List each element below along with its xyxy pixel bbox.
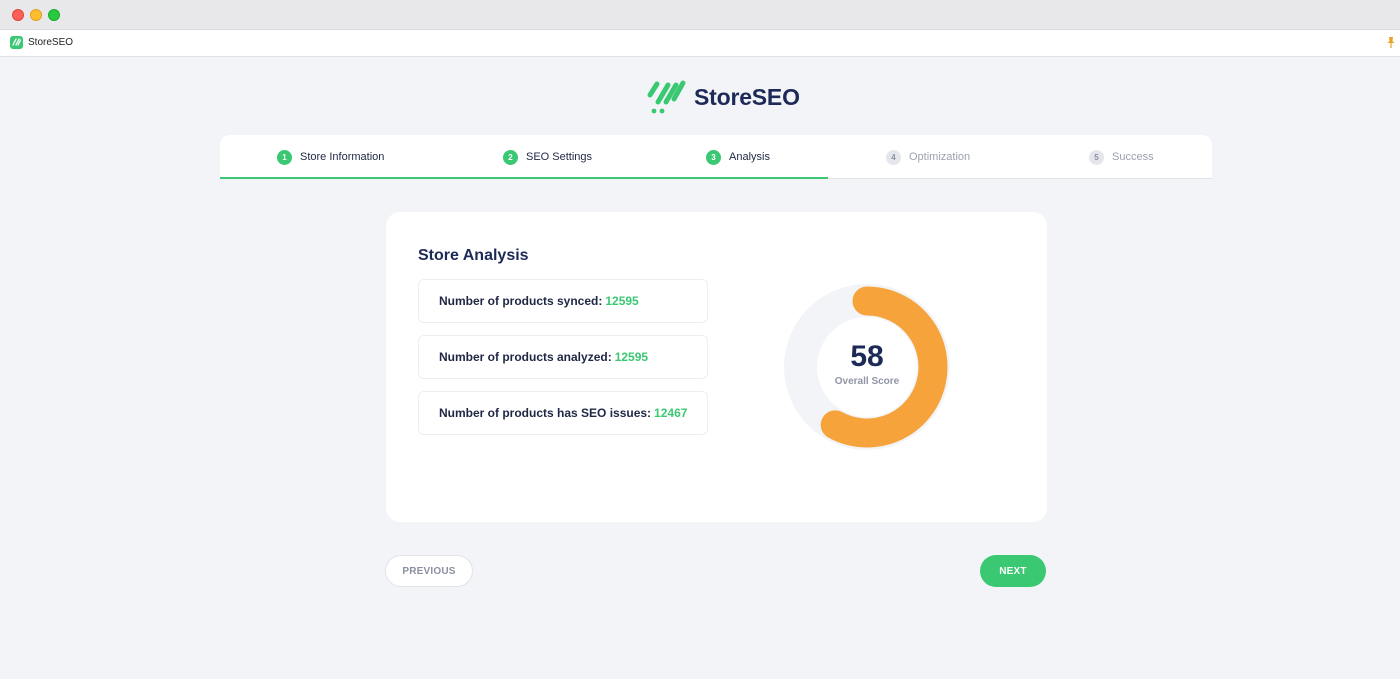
score-label: Overall Score <box>834 376 900 387</box>
step-store-information[interactable]: 1 Store Information <box>277 135 384 179</box>
stat-label: Number of products synced: <box>439 294 603 308</box>
step-number: 4 <box>886 149 901 165</box>
minimize-window-button[interactable] <box>30 9 42 21</box>
onboarding-page: StoreSEO 1 Store Information 2 SEO Setti… <box>0 57 1400 679</box>
stat-products-synced: Number of products synced: 12595 <box>418 279 708 323</box>
step-label: Success <box>1112 151 1154 163</box>
step-optimization[interactable]: 4 Optimization <box>886 135 970 179</box>
previous-button[interactable]: PREVIOUS <box>385 555 473 587</box>
step-number: 1 <box>277 149 292 165</box>
stat-label: Number of products analyzed: <box>439 350 612 364</box>
storeseo-logo-icon <box>647 80 686 114</box>
app-tab-title[interactable]: StoreSEO <box>28 37 73 48</box>
pin-icon[interactable] <box>1386 36 1396 50</box>
step-label: SEO Settings <box>526 151 593 163</box>
step-number: 5 <box>1089 149 1104 165</box>
brand-header: StoreSEO <box>646 77 800 117</box>
stat-value: 12595 <box>605 294 639 308</box>
storeseo-favicon-icon <box>10 36 23 49</box>
store-analysis-card: Store Analysis Number of products synced… <box>386 212 1047 522</box>
next-button[interactable]: NEXT <box>980 555 1046 587</box>
window-titlebar <box>0 0 1400 30</box>
overall-score-gauge: 58 Overall Score <box>782 282 952 452</box>
step-number: 3 <box>706 149 721 165</box>
step-seo-settings[interactable]: 2 SEO Settings <box>503 135 592 179</box>
maximize-window-button[interactable] <box>48 9 60 21</box>
setup-stepper: 1 Store Information 2 SEO Settings 3 Ana… <box>220 135 1212 179</box>
stat-label: Number of products has SEO issues: <box>439 406 652 420</box>
step-analysis[interactable]: 3 Analysis <box>706 135 770 179</box>
step-label: Optimization <box>909 151 971 163</box>
stat-products-seo-issues: Number of products has SEO issues: 12467 <box>418 391 708 435</box>
brand-name: StoreSEO <box>694 83 800 110</box>
stat-products-analyzed: Number of products analyzed: 12595 <box>418 335 708 379</box>
card-title: Store Analysis <box>418 247 529 264</box>
close-window-button[interactable] <box>12 9 24 21</box>
step-success[interactable]: 5 Success <box>1089 135 1154 179</box>
score-value: 58 <box>850 340 884 373</box>
stat-value: 12595 <box>614 350 649 364</box>
step-number: 2 <box>503 149 518 165</box>
step-label: Analysis <box>729 151 770 163</box>
stat-value: 12467 <box>654 406 688 420</box>
app-tab-bar: StoreSEO <box>0 30 1400 57</box>
step-label: Store Information <box>300 151 385 163</box>
